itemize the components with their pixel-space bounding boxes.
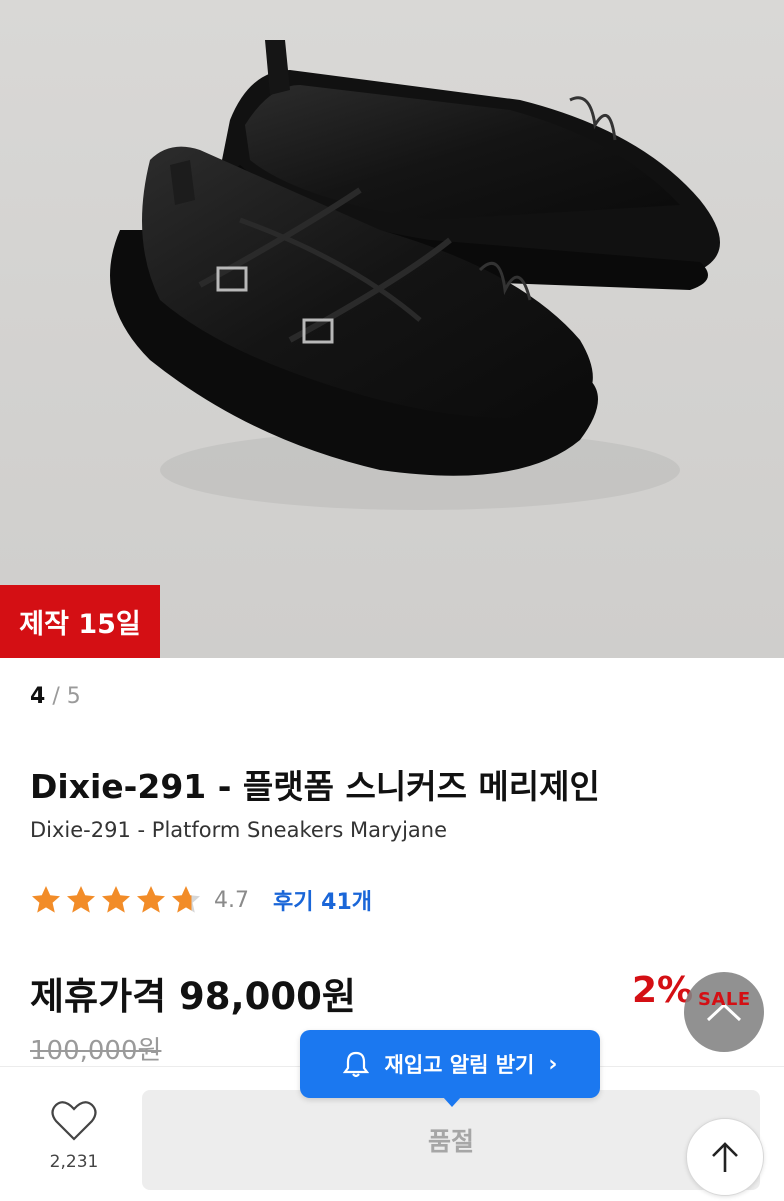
- rating-stars: [30, 884, 202, 916]
- production-days-badge: 제작 15일: [0, 585, 160, 658]
- chevron-right-icon: ›: [548, 1051, 558, 1077]
- product-photo: [110, 40, 720, 510]
- product-subtitle: Dixie-291 - Platform Sneakers Maryjane: [30, 818, 448, 842]
- pager-current: 4: [30, 684, 46, 709]
- bell-icon: [342, 1050, 369, 1078]
- original-price: 100,000원: [30, 1036, 162, 1066]
- star-icon: [32, 886, 60, 913]
- arrow-up-icon: [712, 1142, 738, 1172]
- partner-price: 제휴가격 98,000원: [30, 975, 356, 1018]
- restock-label: 재입고 알림 받기: [384, 1053, 535, 1077]
- sale-label: SALE: [698, 989, 751, 1010]
- star-icon: [172, 886, 200, 913]
- review-count-link[interactable]: 후기 41개: [273, 884, 372, 916]
- pager-total: 5: [66, 684, 81, 709]
- star-icon: [137, 886, 165, 913]
- star-icon: [102, 886, 130, 913]
- product-title: Dixie-291 - 플랫폼 스니커즈 메리제인: [30, 767, 600, 806]
- scroll-to-top-button[interactable]: [686, 1118, 764, 1196]
- wishlist-count: 2,231: [49, 1152, 99, 1172]
- star-icon: [67, 886, 95, 913]
- rating-score: 4.7: [214, 887, 249, 913]
- pager-separator: /: [52, 684, 60, 709]
- heart-icon: [51, 1101, 97, 1141]
- product-image[interactable]: 제작 15일: [0, 0, 784, 658]
- restock-alert-button[interactable]: 재입고 알림 받기 ›: [300, 1030, 600, 1107]
- rating-row[interactable]: 4.7 후기 41개: [30, 880, 372, 920]
- wishlist-button[interactable]: 2,231: [40, 1100, 108, 1172]
- image-pager: 4 / 5: [30, 684, 81, 709]
- floating-top-button[interactable]: [684, 972, 764, 1052]
